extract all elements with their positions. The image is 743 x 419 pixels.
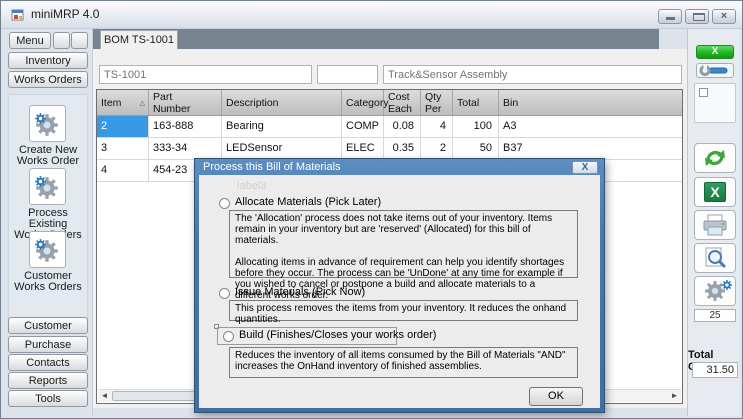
issue-materials-radio[interactable]: [219, 288, 230, 299]
app-window: miniMRP 4.0 × Menu Inventory Works Order…: [0, 0, 743, 419]
printer-icon: [702, 214, 728, 236]
sidebar-item-contacts[interactable]: Contacts: [8, 354, 88, 371]
sidebar-item-reports[interactable]: Reports: [8, 372, 88, 389]
column-header-item[interactable]: Item△: [97, 90, 149, 115]
allocate-materials-radio[interactable]: [219, 198, 230, 209]
process-existing-works-orders-button[interactable]: [29, 168, 66, 205]
cell-item[interactable]: 3: [97, 138, 149, 159]
allocate-materials-label[interactable]: Allocate Materials (Pick Later): [235, 196, 381, 208]
works-orders-panel: Create New Works Order Process Existing …: [8, 94, 88, 322]
assembly-description-field[interactable]: [383, 65, 682, 84]
create-new-works-order-label: Create New Works Order: [9, 145, 87, 167]
table-row[interactable]: 2 163-888 Bearing COMP 0.08 4 100 A3: [97, 116, 682, 138]
sidebar-item-tools[interactable]: Tools: [8, 390, 88, 407]
close-bom-button[interactable]: X: [696, 45, 734, 59]
option-checkbox[interactable]: [699, 88, 708, 97]
customer-works-orders-label: Customer Works Orders: [9, 271, 87, 293]
refresh-icon: [702, 146, 728, 170]
sort-ascending-icon: △: [140, 98, 145, 110]
part-number-field[interactable]: [99, 65, 312, 84]
dialog-close-button[interactable]: X: [572, 161, 598, 174]
print-button[interactable]: [694, 210, 736, 240]
cell-category[interactable]: ELEC: [342, 138, 384, 159]
cell-bin[interactable]: A3: [499, 116, 682, 137]
magnifier-icon: [702, 246, 728, 270]
menu-button[interactable]: Menu: [9, 32, 51, 49]
grid-header-row: Item△ Part Number Description Category C…: [97, 90, 682, 116]
small-gear-icon: [34, 112, 47, 125]
refresh-button[interactable]: [694, 143, 736, 173]
minimize-icon: [666, 17, 675, 20]
tab-bom-ts-1001[interactable]: BOM TS-1001: [100, 30, 178, 49]
sidebar-item-customer-orders[interactable]: Customer Orders: [8, 317, 88, 334]
cell-qty[interactable]: 4: [421, 116, 453, 137]
sidebar-item-works-orders[interactable]: Works Orders: [8, 71, 88, 88]
column-header-category[interactable]: Category: [342, 90, 384, 115]
customer-works-orders-button[interactable]: [29, 231, 66, 268]
settings-wrench-button[interactable]: [696, 63, 734, 78]
right-toolbar: X X: [687, 29, 740, 416]
cell-item[interactable]: 4: [97, 160, 149, 181]
cell-part[interactable]: 163-888: [149, 116, 222, 137]
close-button[interactable]: ×: [712, 9, 736, 24]
cell-qty[interactable]: 2: [421, 138, 453, 159]
build-description: Reduces the inventory of all items consu…: [229, 347, 578, 378]
column-header-total[interactable]: Total: [453, 90, 499, 115]
cell-category[interactable]: COMP: [342, 116, 384, 137]
window-title: miniMRP 4.0: [31, 7, 99, 21]
process-bom-button[interactable]: [694, 276, 736, 306]
option-panel: [694, 83, 736, 123]
column-header-part-number[interactable]: Part Number: [149, 90, 222, 115]
sidebar-small-button-1[interactable]: [53, 32, 70, 49]
titlebar: miniMRP 4.0 ×: [1, 1, 743, 29]
dialog-body: label3 Allocate Materials (Pick Later) T…: [199, 175, 600, 408]
create-new-works-order-button[interactable]: [29, 105, 66, 142]
small-gear-icon: [34, 175, 47, 188]
cell-total[interactable]: 100: [453, 116, 499, 137]
tab-strip: BOM TS-1001: [93, 29, 659, 49]
sidebar-item-purchase-orders[interactable]: Purchase Orders: [8, 336, 88, 353]
designer-label: label3: [237, 180, 266, 192]
table-row[interactable]: 3 333-34 LEDSensor ELEC 0.35 2 50 B37: [97, 138, 682, 160]
minimize-button[interactable]: [658, 9, 682, 24]
quantity-field[interactable]: [694, 309, 736, 322]
build-radio[interactable]: [223, 331, 234, 342]
small-gear-icon: [34, 238, 47, 251]
issue-materials-label[interactable]: Issue Materials (Pick Now): [235, 286, 365, 298]
column-header-qty-per[interactable]: Qty Per: [421, 90, 453, 115]
export-excel-button[interactable]: X: [694, 177, 736, 207]
ok-button[interactable]: OK: [529, 387, 583, 406]
cell-cost[interactable]: 0.08: [384, 116, 421, 137]
build-label[interactable]: Build (Finishes/Closes your works order): [239, 329, 436, 341]
cell-cost[interactable]: 0.35: [384, 138, 421, 159]
process-bom-dialog: Process this Bill of Materials X label3 …: [194, 158, 605, 413]
left-sidebar: Menu Inventory Works Orders Create New W…: [5, 29, 93, 416]
issue-materials-description: This process removes the items from your…: [229, 300, 578, 321]
total-cost-value[interactable]: [692, 362, 738, 378]
wrench-icon: [697, 64, 733, 77]
sidebar-small-button-2[interactable]: [71, 32, 88, 49]
cell-part[interactable]: 333-34: [149, 138, 222, 159]
close-icon: ×: [713, 10, 735, 23]
scroll-right-arrow-icon[interactable]: ►: [668, 390, 681, 402]
app-icon: [11, 8, 25, 22]
cell-total[interactable]: 50: [453, 138, 499, 159]
dialog-title: Process this Bill of Materials: [203, 160, 341, 175]
cell-bin[interactable]: B37: [499, 138, 682, 159]
excel-icon: X: [704, 182, 726, 202]
cell-description[interactable]: LEDSensor: [222, 138, 342, 159]
cell-description[interactable]: Bearing: [222, 116, 342, 137]
scroll-left-arrow-icon[interactable]: ◄: [98, 390, 111, 402]
column-header-cost-each[interactable]: Cost Each: [384, 90, 421, 115]
small-gear-icon: [721, 279, 733, 291]
column-header-bin[interactable]: Bin: [499, 90, 682, 115]
maximize-icon: [693, 13, 705, 21]
revision-field[interactable]: [317, 65, 378, 84]
maximize-button[interactable]: [685, 9, 709, 24]
column-header-description[interactable]: Description: [222, 90, 342, 115]
sidebar-item-inventory[interactable]: Inventory: [8, 52, 88, 69]
cell-item-selected[interactable]: 2: [97, 116, 149, 137]
allocate-materials-description: The 'Allocation' process does not take i…: [229, 210, 578, 278]
preview-search-button[interactable]: [694, 243, 736, 273]
